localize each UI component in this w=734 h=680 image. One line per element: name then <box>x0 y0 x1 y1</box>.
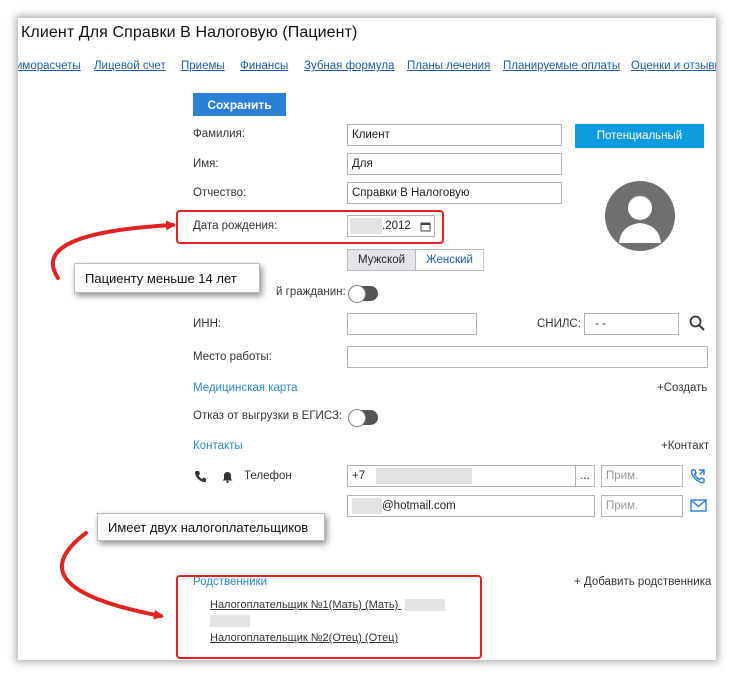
arrow-to-relatives <box>59 531 164 620</box>
patient-card-window: Клиент Для Справки В Налоговую (Пациент)… <box>18 18 716 660</box>
callout-age: Пациенту меньше 14 лет <box>74 263 260 293</box>
annotation-arrows <box>51 220 176 620</box>
callout-payers: Имеет двух налогоплательщиков <box>97 513 325 541</box>
